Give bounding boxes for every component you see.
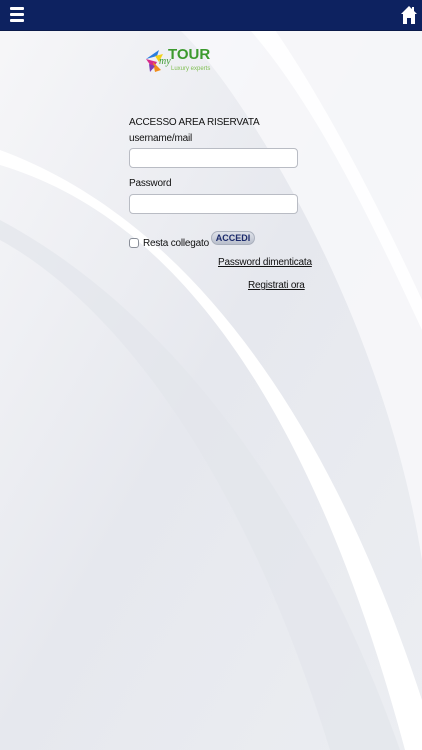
forgot-password-link[interactable]: Password dimenticata xyxy=(218,257,312,268)
username-input[interactable] xyxy=(129,148,298,168)
password-label: Password xyxy=(129,178,172,189)
login-form: ACCESSO AREA RISERVATA username/mail Pas… xyxy=(0,0,422,750)
login-button[interactable]: ACCEDI xyxy=(211,231,255,245)
form-title: ACCESSO AREA RISERVATA xyxy=(129,117,260,128)
remember-checkbox[interactable] xyxy=(129,238,139,248)
register-link[interactable]: Registrati ora xyxy=(248,280,305,291)
password-input[interactable] xyxy=(129,194,298,214)
remember-label: Resta collegato xyxy=(143,238,209,249)
username-label: username/mail xyxy=(129,133,192,144)
